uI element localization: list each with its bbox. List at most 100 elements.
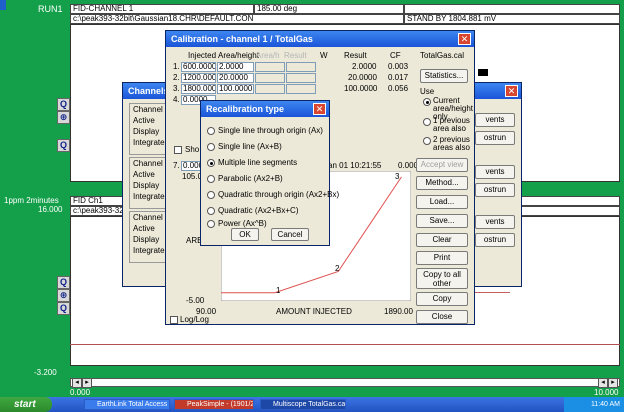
x-start-label: 0.000 bbox=[70, 388, 91, 397]
recal-option-label[interactable]: Single line (Ax+B) bbox=[218, 142, 282, 151]
trace2-label: 1ppm 2minutes bbox=[4, 196, 59, 205]
recal-option-label[interactable]: Multiple line segments bbox=[218, 158, 297, 167]
zoom-in-icon-2[interactable]: Q bbox=[57, 276, 70, 289]
zoom-plus-icon-2[interactable]: ⊕ bbox=[57, 289, 70, 302]
channel-row-display: Display bbox=[133, 127, 160, 136]
zoom-in-icon[interactable]: Q bbox=[57, 98, 70, 111]
result-value: 2.0000 bbox=[352, 62, 377, 71]
loglog-checkbox[interactable] bbox=[170, 316, 178, 324]
ok-button[interactable]: OK bbox=[231, 228, 259, 241]
recal-titlebar[interactable]: Recalibration type bbox=[201, 101, 329, 117]
events-button-3[interactable]: vents bbox=[475, 215, 515, 229]
calibration-date: an 01 10:21:55 bbox=[328, 161, 382, 170]
recal-option-radio[interactable] bbox=[207, 143, 215, 151]
row-number: 4. bbox=[173, 95, 180, 104]
injected-field[interactable]: 1200.0000 bbox=[181, 73, 216, 83]
taskbar: start EarthLink Total Access PeakSimple … bbox=[0, 397, 624, 412]
plot-y-bottom-label: -5.00 bbox=[186, 296, 205, 305]
trace-segment bbox=[470, 292, 510, 293]
recal-option-radio[interactable] bbox=[207, 175, 215, 183]
zoom-out-icon[interactable]: Q bbox=[57, 139, 70, 152]
plot-x-axis-label: AMOUNT INJECTED bbox=[276, 307, 352, 316]
use-label: Use bbox=[420, 87, 435, 96]
clear-button[interactable]: Clear bbox=[416, 233, 468, 247]
title-strip bbox=[0, 0, 6, 10]
events-button-2[interactable]: vents bbox=[475, 165, 515, 179]
print-button[interactable]: Print bbox=[416, 251, 468, 265]
injected-header: Injected bbox=[188, 51, 217, 60]
recal-option-radio[interactable] bbox=[207, 127, 215, 135]
accept-view-button[interactable]: Accept view bbox=[416, 158, 468, 172]
copy-to-all-button[interactable]: Copy to all other components bbox=[416, 268, 468, 289]
postrun-button-2[interactable]: ostrun bbox=[475, 183, 515, 197]
channel-row-integrate: Integrate bbox=[133, 246, 165, 255]
postrun-button-3[interactable]: ostrun bbox=[475, 233, 515, 247]
channel-row-display: Display bbox=[133, 181, 160, 190]
start-button[interactable]: start bbox=[0, 397, 52, 412]
recal-option-radio[interactable] bbox=[207, 191, 215, 199]
horizontal-scrollbar[interactable] bbox=[70, 378, 620, 387]
recal-option-label[interactable]: Quadratic (Ax2+Bx+C) bbox=[218, 206, 298, 215]
show-label: Sho bbox=[185, 145, 200, 154]
row-number: 1. bbox=[173, 62, 180, 71]
use-2-previous-radio[interactable] bbox=[423, 137, 431, 145]
use-current-radio[interactable] bbox=[423, 98, 431, 106]
method-button[interactable]: Method... bbox=[416, 176, 468, 190]
previous-result-field bbox=[286, 62, 316, 72]
scroll-left-icon-2[interactable]: ◂ bbox=[598, 378, 608, 388]
show-checkbox[interactable] bbox=[174, 146, 182, 154]
x-end-label: 10.000 bbox=[594, 388, 619, 397]
channel-header: FID-CHANNEL 1 bbox=[70, 4, 254, 14]
degrees-header: 185.00 deg bbox=[254, 4, 404, 14]
channel-row-integrate: Integrate bbox=[133, 192, 165, 201]
area-field[interactable]: 20.0000 bbox=[217, 73, 254, 83]
close-icon[interactable]: ✕ bbox=[313, 103, 326, 115]
previous-area-header: Area/h bbox=[256, 51, 280, 60]
recal-option-label[interactable]: Power (Ax^B) bbox=[218, 219, 267, 228]
close-icon[interactable]: ✕ bbox=[505, 85, 518, 97]
recal-option-radio[interactable] bbox=[207, 207, 215, 215]
recalibration-dialog: Recalibration type ✕ Single line through… bbox=[200, 100, 339, 246]
scroll-left-icon[interactable]: ◂ bbox=[72, 378, 82, 388]
area-field[interactable]: 2.0000 bbox=[217, 62, 254, 72]
row-number: 7. bbox=[173, 161, 180, 170]
injected-field[interactable]: 600.0000 bbox=[181, 62, 216, 72]
scroll-right-icon[interactable]: ▸ bbox=[82, 378, 92, 388]
channel-row-active: Active bbox=[133, 170, 155, 179]
save-button[interactable]: Save... bbox=[416, 214, 468, 228]
w-header: W bbox=[320, 51, 328, 60]
area-field[interactable]: 100.0000 bbox=[217, 84, 254, 94]
channel-group-2: Channel 2 Active Display Integrate bbox=[129, 157, 169, 209]
channel-row-active: Active bbox=[133, 116, 155, 125]
taskbar-item[interactable]: EarthLink Total Access bbox=[84, 399, 170, 410]
close-button[interactable]: Close bbox=[416, 310, 468, 324]
taskbar-item[interactable]: PeakSimple - (1901/2006) bbox=[174, 399, 254, 410]
baseline-line bbox=[70, 344, 620, 345]
recal-option-label[interactable]: Quadratic through origin (Ax2+Bx) bbox=[218, 190, 339, 199]
statistics-button[interactable]: Statistics... bbox=[420, 69, 468, 83]
area-header: Area/height bbox=[218, 51, 259, 60]
recal-option-radio-selected[interactable] bbox=[207, 159, 215, 167]
close-icon[interactable]: ✕ bbox=[458, 33, 471, 45]
system-tray-clock: 11:40 AM bbox=[564, 397, 624, 412]
cancel-button[interactable]: Cancel bbox=[271, 228, 309, 241]
events-button-1[interactable]: vents bbox=[475, 113, 515, 127]
previous-area-field bbox=[255, 73, 285, 83]
zoom-plus-icon[interactable]: ⊕ bbox=[57, 111, 70, 124]
previous-result-field bbox=[286, 84, 316, 94]
recal-option-label[interactable]: Single line through origin (Ax) bbox=[218, 126, 323, 135]
use-1-previous-radio[interactable] bbox=[423, 118, 431, 126]
postrun-button-1[interactable]: ostrun bbox=[475, 131, 515, 145]
channel-group-3: Channel 3 Active Display Integrate bbox=[129, 211, 169, 263]
calibration-titlebar[interactable]: Calibration - channel 1 / TotalGas bbox=[166, 31, 474, 47]
zoom-out-icon-2[interactable]: Q bbox=[57, 302, 70, 315]
copy-button[interactable]: Copy bbox=[416, 292, 468, 306]
recal-option-label[interactable]: Parabolic (Ax2+B) bbox=[218, 174, 283, 183]
scroll-right-icon-2[interactable]: ▸ bbox=[608, 378, 618, 388]
injected-field[interactable]: 1800.0000 bbox=[181, 84, 216, 94]
use-1-previous-label: 1 previous area also bbox=[433, 116, 470, 133]
recal-option-radio[interactable] bbox=[207, 220, 215, 228]
plot-x-right-label: 1890.00 bbox=[384, 307, 413, 316]
load-button[interactable]: Load... bbox=[416, 195, 468, 209]
taskbar-item-active[interactable]: Multiscope TotalGas.cal bbox=[260, 399, 346, 410]
